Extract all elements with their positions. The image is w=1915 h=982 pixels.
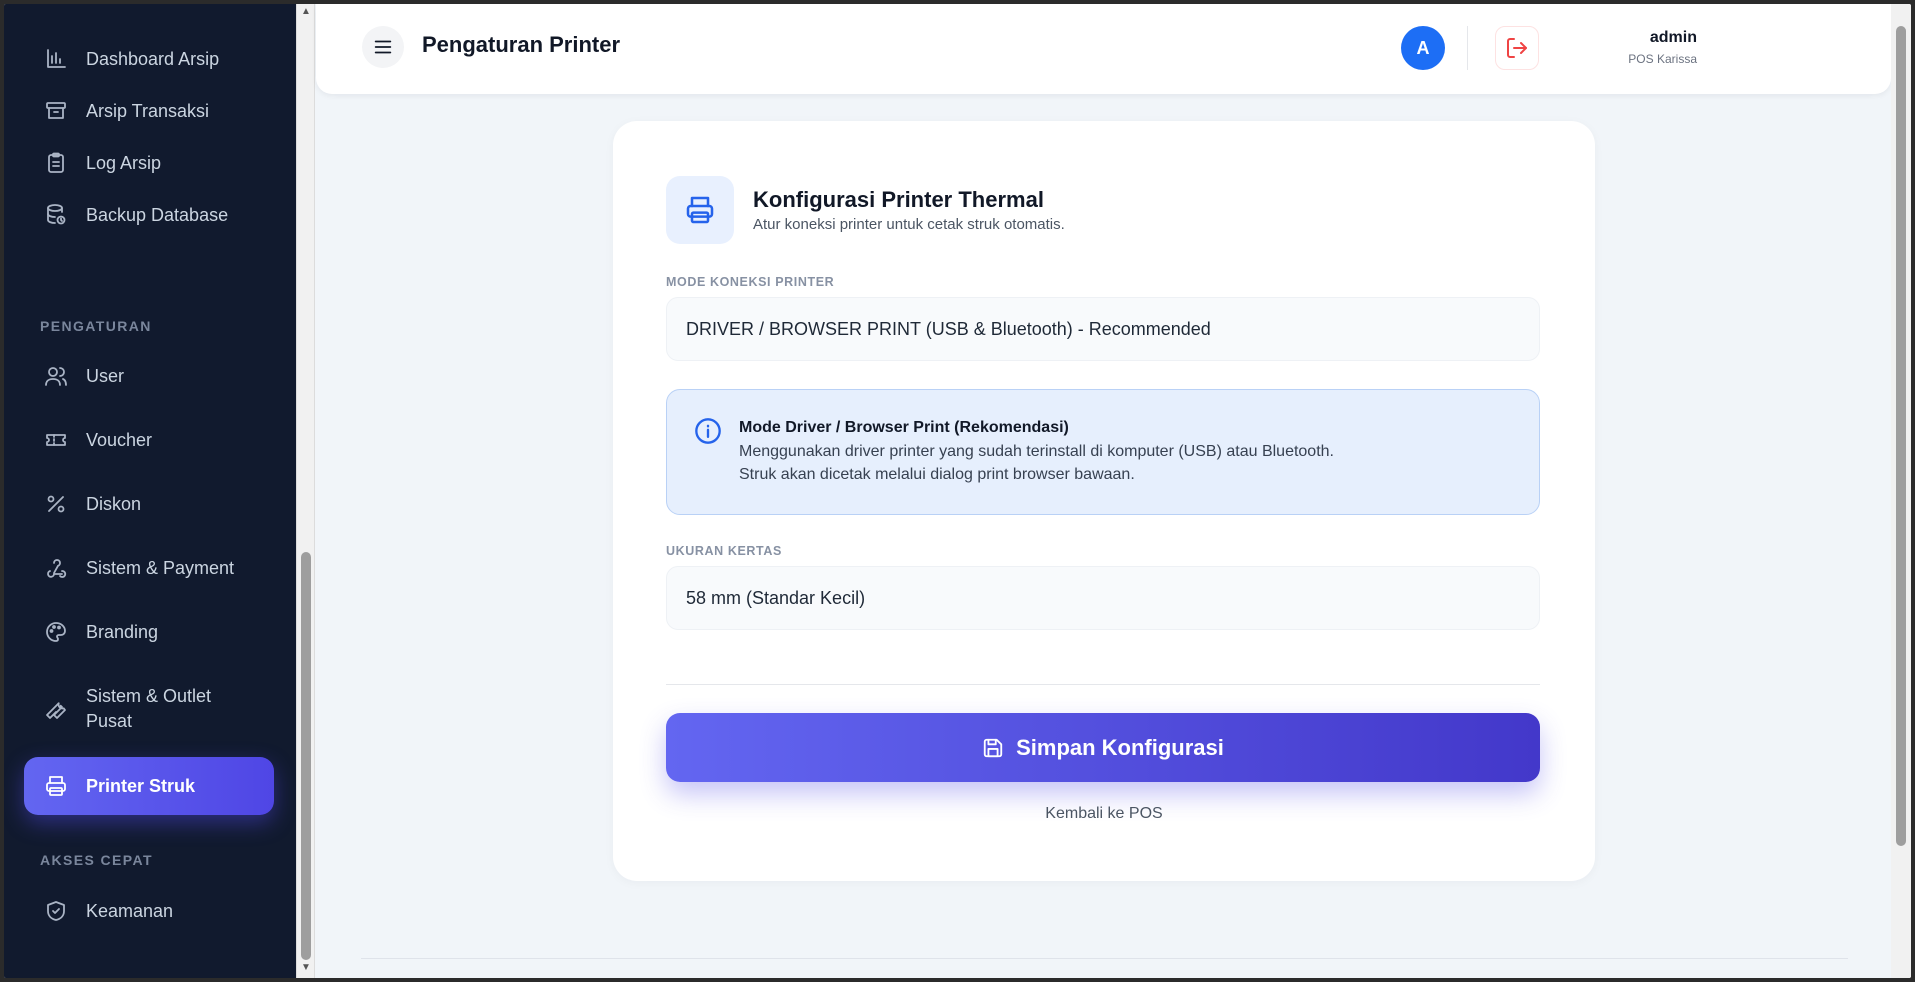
printer-icon: [44, 774, 68, 798]
sidebar-item-voucher[interactable]: Voucher: [24, 413, 274, 467]
sidebar-item-label: Printer Struk: [86, 775, 196, 796]
ticket-icon: [44, 428, 68, 452]
printer-config-card: Konfigurasi Printer Thermal Atur koneksi…: [613, 121, 1595, 881]
ukuran-kertas-select[interactable]: 58 mm (Standar Kecil): [666, 566, 1540, 630]
sidebar-item-label: Sistem & Payment: [86, 557, 235, 578]
hamburger-icon: [374, 40, 392, 54]
save-config-button[interactable]: Simpan Konfigurasi: [666, 713, 1540, 782]
card-subtitle: Atur koneksi printer untuk cetak struk o…: [753, 216, 1065, 233]
sidebar-item-sistem-payment[interactable]: Sistem & Payment: [24, 541, 274, 595]
sidebar-item-keamanan[interactable]: Keamanan: [24, 884, 274, 938]
info-line-1: Menggunakan driver printer yang sudah te…: [739, 443, 1334, 460]
mode-koneksi-value: DRIVER / BROWSER PRINT (USB & Bluetooth)…: [686, 318, 1211, 339]
webhook-icon: [44, 556, 68, 580]
sidebar-item-label: Log Arsip: [86, 152, 162, 173]
wrench-icon: [44, 697, 68, 721]
info-title: Mode Driver / Browser Print (Rekomendasi…: [739, 419, 1069, 436]
save-icon: [983, 738, 1003, 757]
section-label-pengaturan: PENGATURAN: [40, 318, 152, 334]
section-label-akses-cepat: AKSES CEPAT: [40, 852, 153, 868]
save-config-label: Simpan Konfigurasi: [1016, 734, 1224, 760]
logout-icon: [1507, 38, 1527, 58]
sidebar-item-printer-struk[interactable]: Printer Struk: [24, 757, 274, 815]
page-title: Pengaturan Printer: [422, 32, 621, 57]
sidebar-item-diskon[interactable]: Diskon: [24, 477, 274, 531]
sidebar-item-label: Branding: [86, 621, 159, 642]
user-name: admin: [1649, 29, 1697, 46]
mode-koneksi-label: MODE KONEKSI PRINTER: [666, 275, 835, 289]
database-backup-icon: [44, 203, 68, 227]
info-icon: [694, 417, 722, 445]
scroll-down-arrow-icon[interactable]: ▼: [301, 962, 311, 973]
sidebar-item-backup-database[interactable]: Backup Database: [24, 188, 274, 242]
card-divider: [666, 684, 1540, 685]
users-icon: [44, 364, 68, 388]
sidebar-item-label: Diskon: [86, 493, 142, 514]
sidebar-item-user[interactable]: User: [24, 349, 274, 403]
sidebar-scrollbar-thumb[interactable]: [301, 552, 311, 960]
ukuran-kertas-label: UKURAN KERTAS: [666, 544, 782, 558]
scroll-up-arrow-icon[interactable]: ▲: [301, 6, 311, 17]
mode-koneksi-select[interactable]: DRIVER / BROWSER PRINT (USB & Bluetooth)…: [666, 297, 1540, 361]
sidebar: Dashboard Arsip Arsip Transaksi Log Arsi…: [4, 4, 296, 978]
printer-icon: [686, 196, 714, 224]
sidebar-item-label: Voucher: [86, 429, 153, 450]
sidebar-item-label: Backup Database: [86, 204, 229, 225]
sidebar-item-label: Keamanan: [86, 900, 174, 921]
sidebar-item-log-arsip[interactable]: Log Arsip: [24, 136, 274, 190]
shield-check-icon: [44, 899, 68, 923]
top-header: Pengaturan Printer admin POS Karissa: [316, 4, 1891, 94]
clipboard-list-icon: [44, 151, 68, 175]
sidebar-item-sistem-outlet-pusat[interactable]: Sistem & Outlet Pusat: [24, 679, 274, 739]
avatar[interactable]: A: [1401, 26, 1445, 70]
bar-chart-icon: [44, 47, 68, 71]
card-printer-icon-badge: [666, 176, 734, 244]
sidebar-item-dashboard-arsip[interactable]: Dashboard Arsip: [24, 32, 274, 86]
sidebar-item-arsip-transaksi[interactable]: Arsip Transaksi: [24, 84, 274, 138]
user-role: POS Karissa: [1628, 52, 1697, 66]
info-line-2: Struk akan dicetak melalui dialog print …: [739, 466, 1135, 483]
main-scrollbar-thumb[interactable]: [1896, 26, 1906, 846]
sidebar-item-branding[interactable]: Branding: [24, 605, 274, 659]
palette-icon: [44, 620, 68, 644]
ukuran-kertas-value: 58 mm (Standar Kecil): [686, 587, 866, 608]
info-box: Mode Driver / Browser Print (Rekomendasi…: [666, 389, 1540, 515]
app-window: Dashboard Arsip Arsip Transaksi Log Arsi…: [4, 4, 1911, 978]
percent-icon: [44, 492, 68, 516]
sidebar-item-label: User: [86, 365, 125, 386]
header-divider: [1467, 26, 1468, 70]
main-scrollbar[interactable]: [1891, 4, 1911, 978]
sidebar-item-label: Arsip Transaksi: [86, 100, 210, 121]
menu-toggle-button[interactable]: [362, 26, 404, 68]
footer-divider: [361, 958, 1848, 959]
logout-button[interactable]: [1495, 26, 1539, 70]
sidebar-scrollbar[interactable]: ▲ ▼: [296, 4, 315, 978]
sidebar-item-label: Dashboard Arsip: [86, 48, 220, 69]
card-title: Konfigurasi Printer Thermal: [753, 187, 1044, 212]
archive-icon: [44, 99, 68, 123]
sidebar-item-label: Sistem & Outlet Pusat: [86, 686, 212, 731]
back-to-pos-link[interactable]: Kembali ke POS: [613, 805, 1595, 823]
